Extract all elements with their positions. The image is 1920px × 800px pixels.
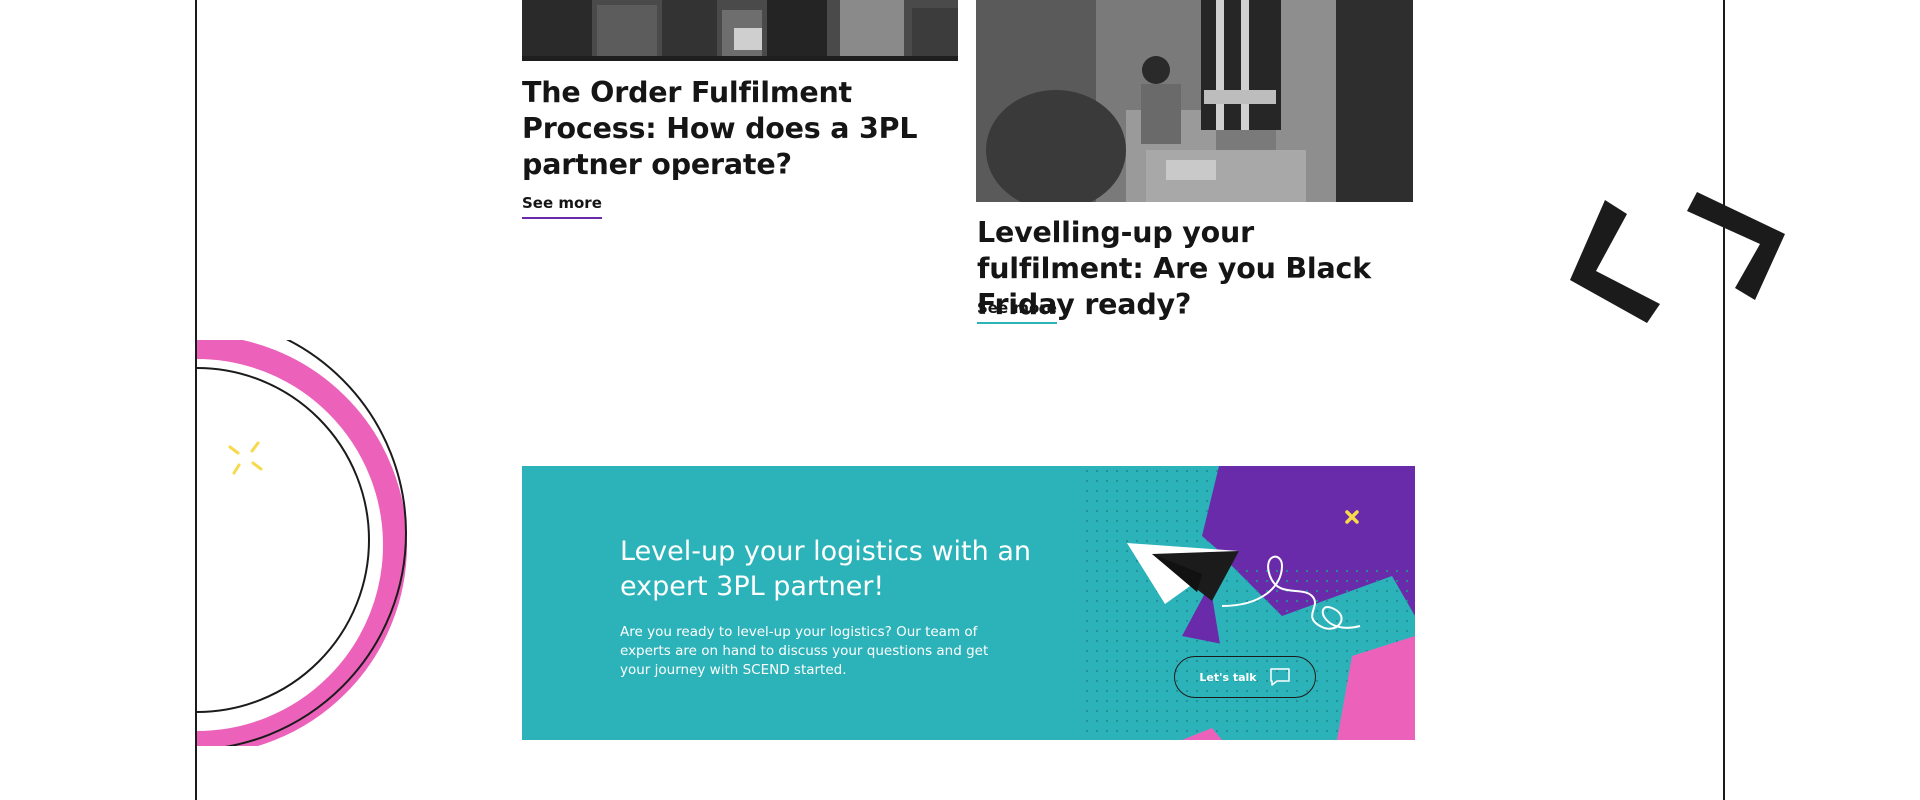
chevron-brackets-icon <box>1570 192 1785 323</box>
article-title-order-fulfilment[interactable]: The Order Fulfilment Process: How does a… <box>522 75 962 183</box>
article-image-black-friday[interactable] <box>976 0 1413 202</box>
cta-body-text: Are you ready to level-up your logistics… <box>620 624 989 678</box>
right-frame-line <box>1723 0 1725 800</box>
lets-talk-button[interactable]: Let's talk <box>1174 656 1316 698</box>
article-image-order-fulfilment[interactable] <box>522 0 958 61</box>
cta-banner: Level-up your logistics with an expert 3… <box>522 466 1415 740</box>
see-more-link-order-fulfilment[interactable]: See more <box>522 193 602 219</box>
see-more-link-black-friday[interactable]: See more <box>977 298 1057 324</box>
cta-heading: Level-up your logistics with an expert 3… <box>620 536 1031 602</box>
lets-talk-label: Let's talk <box>1199 670 1257 684</box>
sparkle-icon <box>228 441 263 475</box>
pink-ring-decoration <box>197 340 407 746</box>
chat-bubble-icon <box>1269 668 1290 686</box>
